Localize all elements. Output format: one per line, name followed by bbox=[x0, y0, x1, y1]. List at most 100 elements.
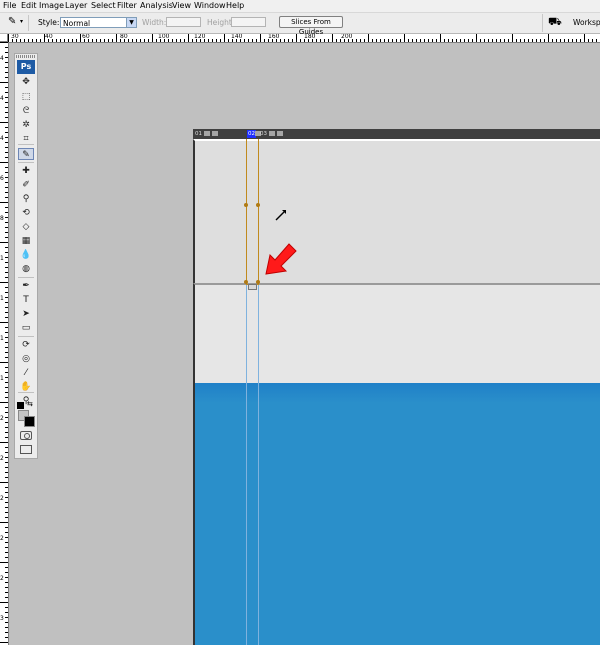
ruler-left-label: 2 bbox=[0, 535, 4, 542]
gradient-tool-icon[interactable]: ▦ bbox=[18, 235, 34, 247]
ruler-left[interactable]: 4 4 4 6 8 1 1 1 1 2 2 2 2 2 3 bbox=[0, 42, 9, 645]
ruler-tick bbox=[140, 39, 141, 42]
toolbox-separator bbox=[18, 277, 34, 278]
ruler-left-label: 3 bbox=[0, 615, 4, 622]
ruler-tick bbox=[508, 39, 509, 42]
ruler-tick bbox=[5, 87, 8, 88]
ruler-left-label: 1 bbox=[0, 335, 4, 342]
ruler-left-label: 2 bbox=[0, 455, 4, 462]
swap-colors-icon[interactable]: ⇆ bbox=[27, 400, 33, 408]
ruler-tick bbox=[208, 39, 209, 42]
ruler-tick bbox=[176, 39, 177, 42]
ruler-tick bbox=[108, 39, 109, 42]
ruler-tick bbox=[40, 39, 41, 42]
slices-from-guides-button[interactable]: Slices From Guides bbox=[279, 16, 343, 36]
screen-mode-icon[interactable] bbox=[20, 445, 32, 454]
ruler-tick bbox=[320, 39, 321, 42]
ruler-tick bbox=[5, 527, 8, 528]
menu-edit[interactable]: Edit bbox=[21, 1, 37, 11]
3d-rotate-tool-icon[interactable]: ⟳ bbox=[18, 339, 34, 351]
menu-layer[interactable]: Layer bbox=[65, 1, 87, 11]
ruler-top[interactable]: 30 40 60 80 100 120 140 160 180 200 bbox=[8, 34, 600, 43]
ruler-tick bbox=[5, 557, 8, 558]
workspace-icon[interactable]: ⛟ bbox=[548, 15, 562, 29]
ruler-tick bbox=[5, 552, 8, 553]
3d-orbit-tool-icon[interactable]: ◎ bbox=[18, 353, 34, 365]
slice-tab-01[interactable]: 01 bbox=[194, 130, 203, 138]
slice-options-icon[interactable] bbox=[248, 284, 257, 290]
move-tool-icon[interactable]: ✥ bbox=[18, 76, 34, 88]
slice-tab-03[interactable]: 03 bbox=[259, 130, 268, 138]
ruler-tick bbox=[80, 34, 81, 42]
ruler-corner[interactable] bbox=[0, 34, 8, 42]
ruler-tick bbox=[172, 39, 173, 42]
path-selection-tool-icon[interactable]: ➤ bbox=[18, 308, 34, 320]
ruler-tick bbox=[5, 512, 8, 513]
ruler-tick bbox=[5, 252, 8, 253]
style-label: Style: bbox=[38, 18, 60, 27]
ruler-tick bbox=[564, 39, 565, 42]
ruler-top-label: 180 bbox=[304, 34, 316, 40]
menu-analysis[interactable]: Analysis bbox=[140, 1, 173, 11]
selected-slice[interactable] bbox=[244, 139, 260, 285]
menu-select[interactable]: Select bbox=[91, 1, 116, 11]
ruler-tick bbox=[512, 34, 513, 42]
current-tool-preset[interactable]: ✎ ▾ bbox=[4, 15, 29, 31]
menu-image[interactable]: Image bbox=[39, 1, 64, 11]
quick-mask-icon[interactable] bbox=[20, 431, 32, 440]
type-tool-icon[interactable]: T bbox=[18, 294, 34, 306]
toolbox-grip[interactable] bbox=[16, 55, 36, 58]
healing-brush-tool-icon[interactable]: ✚ bbox=[18, 165, 34, 177]
menu-help[interactable]: Help bbox=[226, 1, 244, 11]
ruler-tick bbox=[452, 39, 453, 42]
ruler-tick bbox=[5, 92, 8, 93]
brush-tool-icon[interactable]: ✐ bbox=[18, 179, 34, 191]
ruler-tick bbox=[300, 39, 301, 42]
vertical-guide[interactable] bbox=[258, 285, 259, 645]
menu-filter[interactable]: Filter bbox=[117, 1, 137, 11]
style-select[interactable]: Normal ▼ bbox=[60, 17, 137, 28]
canvas-content-area[interactable] bbox=[193, 383, 600, 645]
blur-tool-icon[interactable]: 💧 bbox=[18, 249, 34, 261]
workspace-label[interactable]: Workspa bbox=[573, 18, 600, 28]
ruler-tick bbox=[428, 39, 429, 42]
slice-handle[interactable] bbox=[256, 203, 260, 207]
clone-stamp-tool-icon[interactable]: ⚲ bbox=[18, 193, 34, 205]
ruler-tick bbox=[324, 39, 325, 42]
lasso-tool-icon[interactable]: ᘓ bbox=[18, 105, 34, 117]
ruler-tick bbox=[5, 237, 8, 238]
eraser-tool-icon[interactable]: ◇ bbox=[18, 221, 34, 233]
toolbox-separator bbox=[18, 336, 34, 337]
photoshop-logo[interactable]: Ps bbox=[17, 60, 35, 74]
marquee-tool-icon[interactable]: ⬚ bbox=[18, 91, 34, 103]
eyedropper-tool-icon[interactable]: ⁄ bbox=[18, 367, 34, 379]
slice-handle[interactable] bbox=[244, 203, 248, 207]
ruler-tick bbox=[356, 39, 357, 42]
history-brush-tool-icon[interactable]: ⟲ bbox=[18, 207, 34, 219]
ruler-tick bbox=[0, 202, 8, 203]
ruler-tick bbox=[212, 39, 213, 42]
vertical-guide[interactable] bbox=[246, 285, 247, 645]
canvas-nav-area[interactable] bbox=[193, 283, 600, 383]
ruler-tick bbox=[5, 112, 8, 113]
menu-view[interactable]: View bbox=[172, 1, 191, 11]
menu-window[interactable]: Window bbox=[194, 1, 226, 11]
ruler-tick bbox=[5, 182, 8, 183]
rectangle-tool-icon[interactable]: ▭ bbox=[18, 322, 34, 334]
slice-select-tool-icon[interactable]: ✎ bbox=[18, 148, 34, 160]
default-colors-icon[interactable] bbox=[17, 402, 24, 409]
dodge-tool-icon[interactable]: ◍ bbox=[18, 263, 34, 275]
ruler-tick bbox=[5, 217, 8, 218]
height-input[interactable] bbox=[231, 17, 266, 27]
menu-file[interactable]: File bbox=[3, 1, 16, 11]
ruler-tick bbox=[24, 39, 25, 42]
ruler-top-label: 200 bbox=[341, 34, 353, 40]
background-color-swatch[interactable] bbox=[24, 416, 35, 427]
ruler-tick bbox=[388, 39, 389, 42]
ruler-tick bbox=[468, 39, 469, 42]
pen-tool-icon[interactable]: ✒ bbox=[18, 280, 34, 292]
ruler-tick bbox=[5, 127, 8, 128]
magic-wand-tool-icon[interactable]: ✲ bbox=[18, 119, 34, 131]
width-input[interactable] bbox=[166, 17, 201, 27]
ruler-tick bbox=[404, 34, 405, 42]
